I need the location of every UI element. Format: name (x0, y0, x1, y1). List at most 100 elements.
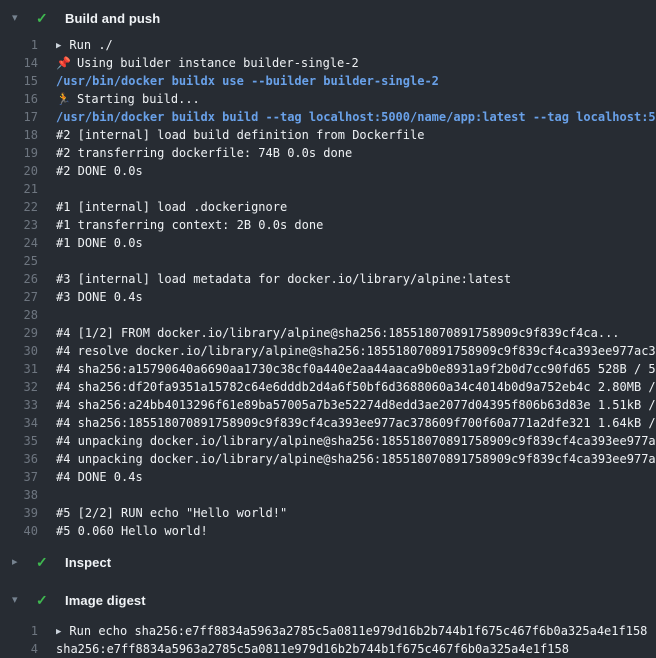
line-number[interactable]: 35 (0, 432, 38, 450)
log-line: 26 #3 [internal] load metadata for docke… (0, 270, 656, 288)
line-text: #4 sha256:a15790640a6690aa1730c38cf0a440… (38, 360, 656, 378)
log-line: 27 #3 DONE 0.4s (0, 288, 656, 306)
line-number[interactable]: 27 (0, 288, 38, 306)
log-section: ▾ ✓ Image digest 1 ▶Run echo sha256:e7ff… (0, 584, 656, 658)
section-header-image-digest[interactable]: ▾ ✓ Image digest (0, 584, 656, 616)
line-number[interactable]: 34 (0, 414, 38, 432)
line-text: #4 resolve docker.io/library/alpine@sha2… (38, 342, 656, 360)
line-text (38, 306, 656, 324)
log-line: 34 #4 sha256:185518070891758909c9f839cf4… (0, 414, 656, 432)
line-text: /usr/bin/docker buildx use --builder bui… (38, 72, 656, 90)
line-text (38, 252, 656, 270)
line-number[interactable]: 28 (0, 306, 38, 324)
log-line: 16 🏃Starting build... (0, 90, 656, 108)
log-line: 21 (0, 180, 656, 198)
line-number[interactable]: 16 (0, 90, 38, 108)
log-line: 4 sha256:e7ff8834a5963a2785c5a0811e979d1… (0, 640, 656, 658)
run-arrow-icon[interactable]: ▶ (56, 37, 61, 54)
line-number[interactable]: 31 (0, 360, 38, 378)
log-line: 24 #1 DONE 0.0s (0, 234, 656, 252)
line-number[interactable]: 20 (0, 162, 38, 180)
line-text: #4 sha256:a24bb4013296f61e89ba57005a7b3e… (38, 396, 656, 414)
check-icon: ✓ (36, 593, 51, 607)
workflow-log: ▾ ✓ Build and push 1 ▶Run ./ 14 📌Using b… (0, 0, 656, 658)
section-lines: 1 ▶Run ./ 14 📌Using builder instance bui… (0, 36, 656, 540)
line-text (38, 180, 656, 198)
chevron-right-icon[interactable]: ▸ (12, 557, 26, 568)
log-line: 23 #1 transferring context: 2B 0.0s done (0, 216, 656, 234)
line-number[interactable]: 23 (0, 216, 38, 234)
section-title: Inspect (65, 555, 111, 570)
line-text: #1 [internal] load .dockerignore (38, 198, 656, 216)
line-number[interactable]: 17 (0, 108, 38, 126)
line-number[interactable]: 18 (0, 126, 38, 144)
check-icon: ✓ (36, 555, 51, 569)
log-section: ▾ ✓ Build and push 1 ▶Run ./ 14 📌Using b… (0, 0, 656, 540)
line-number[interactable]: 1 (0, 622, 38, 640)
line-text: #4 unpacking docker.io/library/alpine@sh… (38, 432, 656, 450)
log-line: 40 #5 0.060 Hello world! (0, 522, 656, 540)
line-number[interactable]: 4 (0, 640, 38, 658)
line-text: #2 [internal] load build definition from… (38, 126, 656, 144)
line-number[interactable]: 37 (0, 468, 38, 486)
line-number[interactable]: 21 (0, 180, 38, 198)
line-text: #1 DONE 0.0s (38, 234, 656, 252)
line-text: #2 DONE 0.0s (38, 162, 656, 180)
log-line: 28 (0, 306, 656, 324)
line-text: #3 DONE 0.4s (38, 288, 656, 306)
log-line: 31 #4 sha256:a15790640a6690aa1730c38cf0a… (0, 360, 656, 378)
log-line: 29 #4 [1/2] FROM docker.io/library/alpin… (0, 324, 656, 342)
line-number[interactable]: 39 (0, 504, 38, 522)
log-line: 39 #5 [2/2] RUN echo "Hello world!" (0, 504, 656, 522)
line-number[interactable]: 19 (0, 144, 38, 162)
pushpin-icon: 📌 (56, 54, 71, 72)
line-text: #2 transferring dockerfile: 74B 0.0s don… (38, 144, 656, 162)
line-text: #3 [internal] load metadata for docker.i… (38, 270, 656, 288)
log-section: ▸ ✓ Inspect (0, 546, 656, 578)
line-text: 📌Using builder instance builder-single-2 (38, 54, 656, 72)
log-line: 1 ▶Run echo sha256:e7ff8834a5963a2785c5a… (0, 622, 656, 640)
line-number[interactable]: 33 (0, 396, 38, 414)
log-line: 32 #4 sha256:df20fa9351a15782c64e6dddb2d… (0, 378, 656, 396)
run-arrow-icon[interactable]: ▶ (56, 623, 61, 640)
line-number[interactable]: 22 (0, 198, 38, 216)
chevron-down-icon[interactable]: ▾ (12, 595, 26, 606)
line-text: ▶Run ./ (38, 36, 656, 54)
line-text (38, 486, 656, 504)
line-number[interactable]: 25 (0, 252, 38, 270)
log-line: 30 #4 resolve docker.io/library/alpine@s… (0, 342, 656, 360)
log-line: 20 #2 DONE 0.0s (0, 162, 656, 180)
line-number[interactable]: 29 (0, 324, 38, 342)
line-number[interactable]: 38 (0, 486, 38, 504)
chevron-down-icon[interactable]: ▾ (12, 13, 26, 24)
line-text: #4 sha256:185518070891758909c9f839cf4ca3… (38, 414, 656, 432)
section-lines: 1 ▶Run echo sha256:e7ff8834a5963a2785c5a… (0, 616, 656, 658)
line-text: #5 0.060 Hello world! (38, 522, 656, 540)
log-line: 18 #2 [internal] load build definition f… (0, 126, 656, 144)
line-number[interactable]: 40 (0, 522, 38, 540)
log-line: 36 #4 unpacking docker.io/library/alpine… (0, 450, 656, 468)
line-number[interactable]: 36 (0, 450, 38, 468)
log-line: 35 #4 unpacking docker.io/library/alpine… (0, 432, 656, 450)
line-text: #1 transferring context: 2B 0.0s done (38, 216, 656, 234)
log-line: 22 #1 [internal] load .dockerignore (0, 198, 656, 216)
line-text: #4 DONE 0.4s (38, 468, 656, 486)
section-header-inspect[interactable]: ▸ ✓ Inspect (0, 546, 656, 578)
section-title: Build and push (65, 11, 160, 26)
section-header-build-and-push[interactable]: ▾ ✓ Build and push (0, 0, 656, 36)
log-line: 19 #2 transferring dockerfile: 74B 0.0s … (0, 144, 656, 162)
check-icon: ✓ (36, 11, 51, 25)
runner-icon: 🏃 (56, 90, 71, 108)
line-number[interactable]: 30 (0, 342, 38, 360)
line-number[interactable]: 32 (0, 378, 38, 396)
line-text: #4 unpacking docker.io/library/alpine@sh… (38, 450, 656, 468)
line-text: #5 [2/2] RUN echo "Hello world!" (38, 504, 656, 522)
line-text: #4 [1/2] FROM docker.io/library/alpine@s… (38, 324, 656, 342)
log-line: 38 (0, 486, 656, 504)
log-line: 37 #4 DONE 0.4s (0, 468, 656, 486)
line-number[interactable]: 24 (0, 234, 38, 252)
line-number[interactable]: 26 (0, 270, 38, 288)
line-number[interactable]: 1 (0, 36, 38, 54)
line-number[interactable]: 15 (0, 72, 38, 90)
line-number[interactable]: 14 (0, 54, 38, 72)
